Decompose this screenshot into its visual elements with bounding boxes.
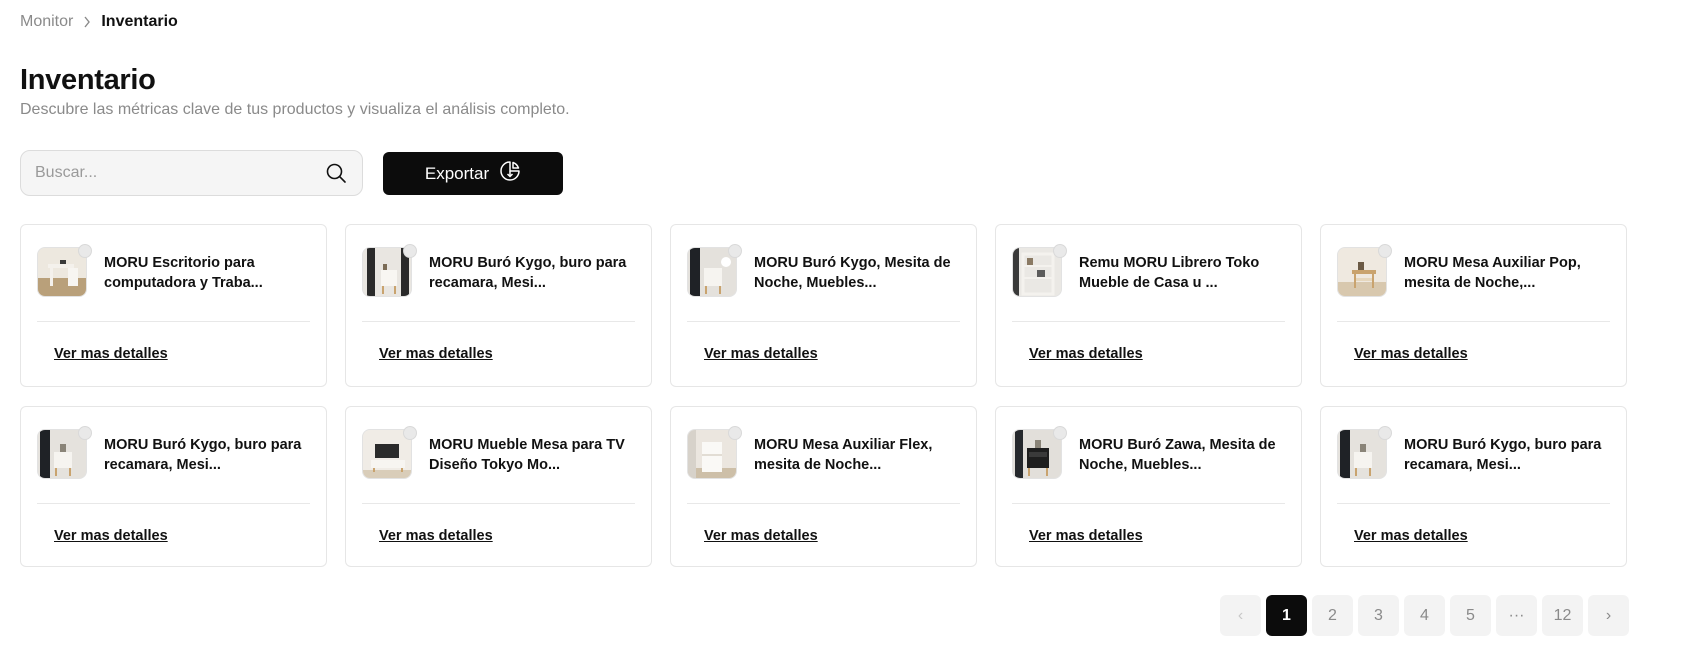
details-link[interactable]: Ver mas detalles bbox=[1029, 346, 1143, 362]
details-link[interactable]: Ver mas detalles bbox=[379, 346, 493, 362]
divider bbox=[362, 503, 635, 504]
page-button-4[interactable]: 4 bbox=[1404, 595, 1445, 636]
product-name: MORU Buró Kygo, Mesita de Noche, Muebles… bbox=[754, 255, 951, 291]
product-name: MORU Mesa Auxiliar Pop, mesita de Noche,… bbox=[1404, 255, 1581, 291]
product-card: MORU Buró Kygo, Mesita de Noche, Muebles… bbox=[670, 224, 977, 387]
product-card: MORU Mueble Mesa para TV Diseño Tokyo Mo… bbox=[345, 406, 652, 567]
product-thumbnail[interactable] bbox=[1012, 244, 1067, 297]
export-button[interactable]: Exportar bbox=[383, 152, 563, 195]
page-button-5[interactable]: 5 bbox=[1450, 595, 1491, 636]
page-button-2[interactable]: 2 bbox=[1312, 595, 1353, 636]
page-button-12[interactable]: 12 bbox=[1542, 595, 1583, 636]
product-thumbnail[interactable] bbox=[1337, 244, 1392, 297]
product-card: MORU Buró Kygo, buro para recamara, Mesi… bbox=[20, 406, 327, 567]
breadcrumb-inventario: Inventario bbox=[101, 13, 178, 30]
product-name: MORU Buró Kygo, buro para recamara, Mesi… bbox=[429, 255, 627, 291]
details-link[interactable]: Ver mas detalles bbox=[1354, 346, 1468, 362]
product-thumbnail[interactable] bbox=[362, 244, 417, 297]
status-dot bbox=[1053, 426, 1067, 440]
status-dot bbox=[728, 426, 742, 440]
details-link[interactable]: Ver mas detalles bbox=[379, 528, 493, 544]
chevron-right-icon bbox=[83, 16, 91, 28]
product-thumbnail[interactable] bbox=[1337, 426, 1392, 479]
product-name: Remu MORU Librero Toko Mueble de Casa u … bbox=[1079, 255, 1260, 291]
search-box bbox=[20, 150, 363, 196]
breadcrumb: Monitor Inventario bbox=[20, 13, 178, 31]
details-link[interactable]: Ver mas detalles bbox=[54, 528, 168, 544]
product-card: MORU Escritorio para computadora y Traba… bbox=[20, 224, 327, 387]
product-thumbnail[interactable] bbox=[37, 426, 92, 479]
export-icon bbox=[499, 160, 521, 187]
product-name: MORU Buró Kygo, buro para recamara, Mesi… bbox=[104, 437, 302, 473]
product-card: Remu MORU Librero Toko Mueble de Casa u … bbox=[995, 224, 1302, 387]
status-dot bbox=[78, 244, 92, 258]
status-dot bbox=[1378, 244, 1392, 258]
page-button-3[interactable]: 3 bbox=[1358, 595, 1399, 636]
product-card: MORU Mesa Auxiliar Flex, mesita de Noche… bbox=[670, 406, 977, 567]
details-link[interactable]: Ver mas detalles bbox=[704, 346, 818, 362]
status-dot bbox=[403, 426, 417, 440]
export-label: Exportar bbox=[424, 163, 490, 183]
page-ellipsis: ··· bbox=[1496, 595, 1537, 636]
search-icon[interactable] bbox=[324, 161, 348, 185]
product-card: MORU Buró Kygo, buro para recamara, Mesi… bbox=[1320, 406, 1627, 567]
product-name: MORU Buró Kygo, buro para recamara, Mesi… bbox=[1404, 437, 1602, 473]
divider bbox=[1337, 503, 1610, 504]
product-card: MORU Buró Zawa, Mesita de Noche, Muebles… bbox=[995, 406, 1302, 567]
divider bbox=[362, 321, 635, 322]
status-dot bbox=[78, 426, 92, 440]
product-thumbnail[interactable] bbox=[1012, 426, 1067, 479]
product-thumbnail[interactable] bbox=[362, 426, 417, 479]
page-button-1[interactable]: 1 bbox=[1266, 595, 1307, 636]
status-dot bbox=[728, 244, 742, 258]
product-card: MORU Buró Kygo, buro para recamara, Mesi… bbox=[345, 224, 652, 387]
next-page-button[interactable]: › bbox=[1588, 595, 1629, 636]
chevron-right-icon: › bbox=[1605, 606, 1612, 624]
divider bbox=[37, 321, 310, 322]
divider bbox=[37, 503, 310, 504]
divider bbox=[1337, 321, 1610, 322]
product-name: MORU Buró Zawa, Mesita de Noche, Muebles… bbox=[1079, 437, 1276, 473]
product-thumbnail[interactable] bbox=[37, 244, 92, 297]
product-thumbnail[interactable] bbox=[687, 426, 742, 479]
chevron-left-icon: ‹ bbox=[1237, 606, 1244, 624]
divider bbox=[687, 321, 960, 322]
details-link[interactable]: Ver mas detalles bbox=[704, 528, 818, 544]
page-title: Inventario bbox=[20, 64, 156, 96]
status-dot bbox=[1378, 426, 1392, 440]
product-thumbnail[interactable] bbox=[687, 244, 742, 297]
details-link[interactable]: Ver mas detalles bbox=[54, 346, 168, 362]
details-link[interactable]: Ver mas detalles bbox=[1354, 528, 1468, 544]
product-name: MORU Mueble Mesa para TV Diseño Tokyo Mo… bbox=[429, 437, 625, 473]
product-name: MORU Mesa Auxiliar Flex, mesita de Noche… bbox=[754, 437, 933, 473]
product-name: MORU Escritorio para computadora y Traba… bbox=[104, 255, 263, 291]
breadcrumb-monitor[interactable]: Monitor bbox=[20, 13, 73, 31]
divider bbox=[1012, 321, 1285, 322]
status-dot bbox=[1053, 244, 1067, 258]
pagination: ‹ 1 2 3 4 5 ··· 12 › bbox=[1220, 595, 1629, 636]
status-dot bbox=[403, 244, 417, 258]
product-grid: MORU Escritorio para computadora y Traba… bbox=[20, 224, 1627, 567]
prev-page-button[interactable]: ‹ bbox=[1220, 595, 1261, 636]
product-card: MORU Mesa Auxiliar Pop, mesita de Noche,… bbox=[1320, 224, 1627, 387]
divider bbox=[687, 503, 960, 504]
search-input[interactable] bbox=[35, 164, 324, 182]
details-link[interactable]: Ver mas detalles bbox=[1029, 528, 1143, 544]
divider bbox=[1012, 503, 1285, 504]
page-subtitle: Descubre las métricas clave de tus produ… bbox=[20, 101, 570, 118]
